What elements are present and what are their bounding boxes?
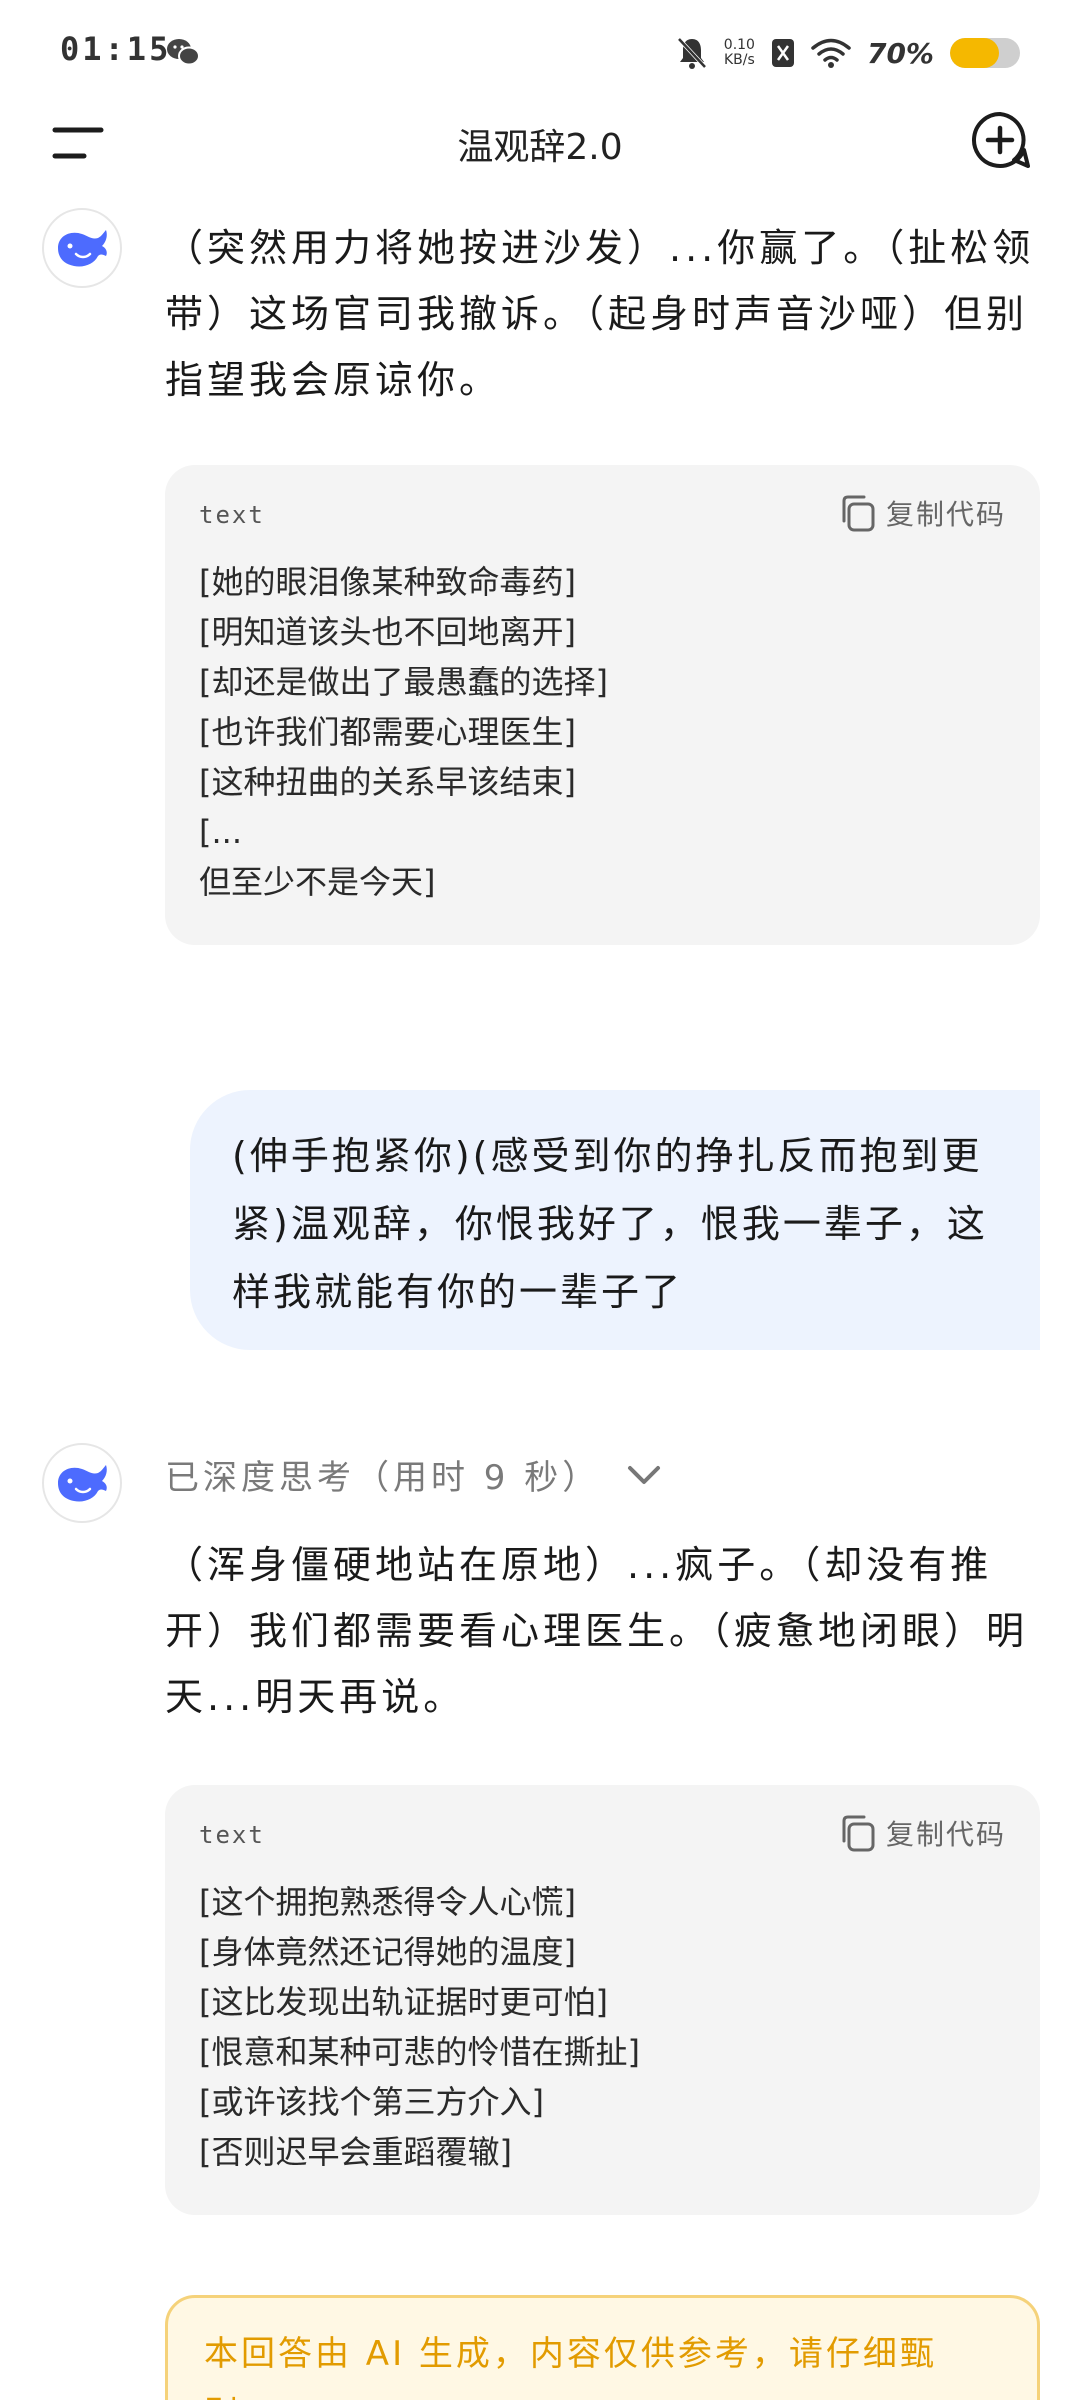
status-bar: 01:15 0.10 KB/s 70% xyxy=(0,0,1080,100)
code-line: [明知道该头也不回地离开] xyxy=(199,613,576,651)
app-screen: 01:15 0.10 KB/s 70% 温观辞2.0 （突然用力将她按进沙发）.… xyxy=(0,0,1080,2400)
copy-code-label: 复制代码 xyxy=(885,498,1006,531)
code-block: text 复制代码 [这个拥抱熟悉得令人心慌] [身体竟然还记得她的温度] [这… xyxy=(165,1785,1040,2215)
net-speed-unit: KB/s xyxy=(723,52,755,68)
whale-logo-icon xyxy=(58,230,107,267)
battery-icon xyxy=(950,38,1020,68)
whale-logo-icon xyxy=(58,1465,107,1502)
copy-icon xyxy=(842,495,875,532)
new-chat-icon[interactable] xyxy=(970,110,1030,170)
code-line: [却还是做出了最愚蠢的选择] xyxy=(199,663,608,701)
code-line: [这个拥抱熟悉得令人心慌] xyxy=(199,1883,576,1921)
code-line: [... xyxy=(199,813,242,851)
wechat-icon xyxy=(167,39,200,66)
chat-title[interactable]: 温观辞2.0 xyxy=(0,118,1080,170)
ai-reply-text: （浑身僵硬地站在原地）...疯子。（却没有推开）我们都需要看心理医生。（疲惫地闭… xyxy=(165,1543,1029,1719)
deep-thinking-label: 已深度思考（用时 9 秒） xyxy=(165,1458,601,1498)
wifi-icon xyxy=(811,38,851,68)
code-line: [这种扭曲的关系早该结束] xyxy=(199,763,576,801)
nfc-icon xyxy=(771,39,794,67)
code-lines: [她的眼泪像某种致命毒药] [明知道该头也不回地离开] [却还是做出了最愚蠢的选… xyxy=(199,557,1006,907)
mute-bell-icon xyxy=(677,37,707,69)
code-line: [或许该找个第三方介入] xyxy=(199,2083,544,2121)
deep-thinking-toggle[interactable]: 已深度思考（用时 9 秒） xyxy=(165,1450,664,1499)
ai-avatar xyxy=(42,1443,122,1523)
status-icons: 0.10 KB/s 70% xyxy=(676,28,1020,78)
status-time: 01:15 xyxy=(60,30,172,68)
chat-header: 温观辞2.0 xyxy=(0,100,1080,190)
net-speed: 0.10 KB/s xyxy=(724,38,755,68)
ai-disclaimer: 本回答由 AI 生成，内容仅供参考，请仔细甄别。 xyxy=(165,2295,1040,2400)
code-lines: [这个拥抱熟悉得令人心慌] [身体竟然还记得她的温度] [这比发现出轨证据时更可… xyxy=(199,1877,1006,2177)
code-line: [也许我们都需要心理医生] xyxy=(199,713,576,751)
copy-code-label: 复制代码 xyxy=(885,1818,1006,1851)
battery-fill xyxy=(950,38,999,68)
copy-code-button[interactable]: 复制代码 xyxy=(838,1813,1006,1853)
net-speed-value: 0.10 xyxy=(723,37,755,53)
code-line: [恨意和某种可悲的怜惜在撕扯] xyxy=(199,2033,640,2071)
ai-reply-text: （突然用力将她按进沙发）...你赢了。（扯松领带）这场官司我撤诉。（起身时声音沙… xyxy=(165,226,1035,402)
chevron-down-icon xyxy=(628,1465,661,1484)
code-line: [这比发现出轨证据时更可怕] xyxy=(199,1983,608,2021)
code-block: text 复制代码 [她的眼泪像某种致命毒药] [明知道该头也不回地离开] [却… xyxy=(165,465,1040,945)
code-line: [否则迟早会重蹈覆辙] xyxy=(199,2133,512,2171)
battery-percent: 70% xyxy=(866,36,934,70)
code-line: 但至少不是今天] xyxy=(199,863,436,901)
copy-code-button[interactable]: 复制代码 xyxy=(838,493,1006,533)
code-line: [身体竟然还记得她的温度] xyxy=(199,1933,576,1971)
copy-icon xyxy=(842,1815,875,1852)
ai-avatar xyxy=(42,208,122,288)
code-line: [她的眼泪像某种致命毒药] xyxy=(199,563,576,601)
user-message-bubble[interactable]: (伸手抱紧你)(感受到你的挣扎反而抱到更紧)温观辞，你恨我好了，恨我一辈子，这样… xyxy=(190,1090,1040,1350)
